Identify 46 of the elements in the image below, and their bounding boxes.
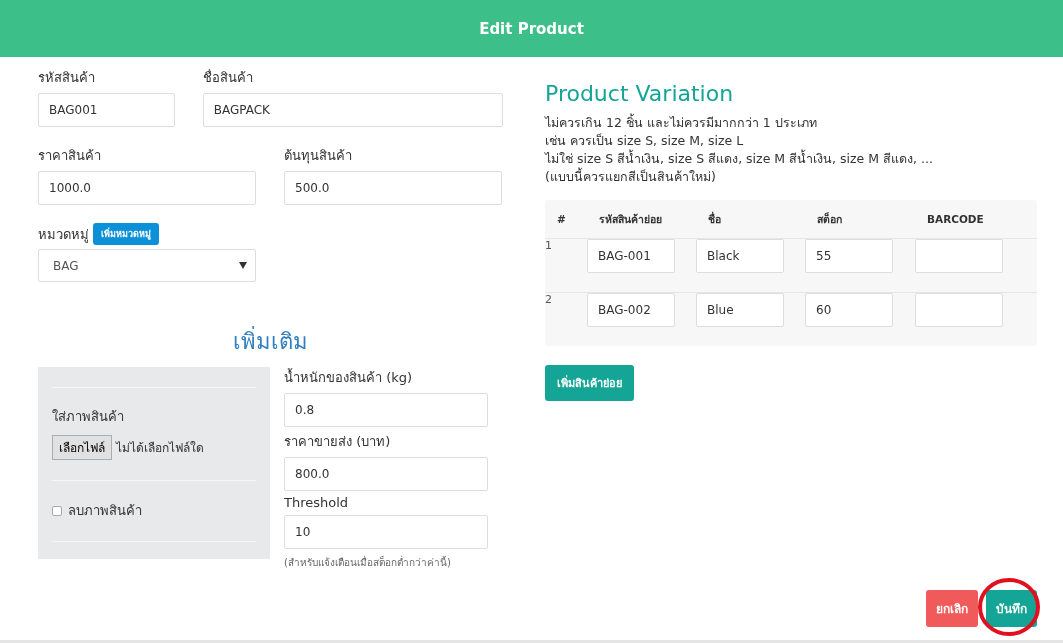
row-number: 1 <box>545 239 553 252</box>
row-number: 2 <box>545 293 553 306</box>
note-text: ไม่ใช่ size S สีน้ำเงิน, size S สีแดง, size M สีน้ำเงิน, size M สีแดง, ... <box>545 150 934 167</box>
input-field[interactable]: 1000.0 <box>38 171 256 205</box>
column-header: BARCODE <box>927 213 985 225</box>
column-header: สต็อก <box>817 211 843 227</box>
delete-image-checkbox[interactable]: ลบภาพสินค้า <box>52 481 256 541</box>
field-label: หมวดหมู่ <box>38 225 89 245</box>
input-field[interactable]: BAG-002 <box>587 293 675 327</box>
field-label: รหัสสินค้า <box>38 69 96 87</box>
input-field[interactable]: Black <box>696 239 784 273</box>
field-label: ต้นทุนสินค้า <box>284 147 353 166</box>
field-label: ชื่อสินค้า <box>202 68 254 87</box>
input-field[interactable]: 800.0 <box>284 457 488 491</box>
field-label: ราคาสินค้า <box>38 147 102 165</box>
input-field[interactable]: 10 <box>284 515 488 549</box>
section-title: เพิ่มเติม <box>233 324 503 359</box>
input-field[interactable]: Blue <box>696 293 784 327</box>
input-field[interactable]: BAG001 <box>38 93 175 127</box>
note-text: (แบบนี้ควรแยกสีเป็นสินค้าใหม่) <box>545 168 717 186</box>
add-category-button[interactable]: เพิ่มหมวดหมู่ <box>93 223 159 245</box>
hint-text: (สำหรับแจ้งเตือนเมื่อสต็อกต่ำกว่าค่านี้) <box>284 555 452 570</box>
field-label: น้ำหนักของสินค้า (kg) <box>284 367 414 387</box>
input-field[interactable]: 60 <box>805 293 893 327</box>
section-title: Product Variation <box>545 81 735 106</box>
input-field[interactable] <box>915 239 1003 273</box>
input-field[interactable]: BAGPACK <box>202 93 503 127</box>
note-text: ไม่ควรเกิน 12 ชิ้น และไม่ควรมีมากกว่า 1 ประเภท <box>545 114 818 132</box>
choose-file-button[interactable]: เลือกไฟล์ <box>52 435 112 460</box>
page-title: Edit Product <box>479 19 584 38</box>
field-label: ใส่ภาพสินค้า <box>52 408 125 426</box>
field-label: Threshold <box>284 495 350 510</box>
column-header: ชื่อ <box>708 210 722 227</box>
input-field[interactable]: 0.8 <box>284 393 488 427</box>
checkbox-icon[interactable] <box>52 505 62 516</box>
input-field[interactable]: 55 <box>805 239 893 273</box>
input-field[interactable]: 500.0 <box>284 171 502 205</box>
column-header: รหัสสินค้าย่อย <box>599 211 663 227</box>
note-text: เช่น ควรเป็น size S, size M, size L <box>545 132 745 149</box>
caret-icon <box>239 262 247 269</box>
file-status: ไม่ได้เลือกไฟล์ใด <box>116 440 204 457</box>
field-label: ราคาขายส่ง (บาท) <box>284 433 392 451</box>
column-header: # <box>557 213 567 225</box>
input-field[interactable] <box>915 293 1003 327</box>
category-select[interactable]: BAG <box>38 249 256 282</box>
input-field[interactable]: BAG-001 <box>587 239 675 273</box>
